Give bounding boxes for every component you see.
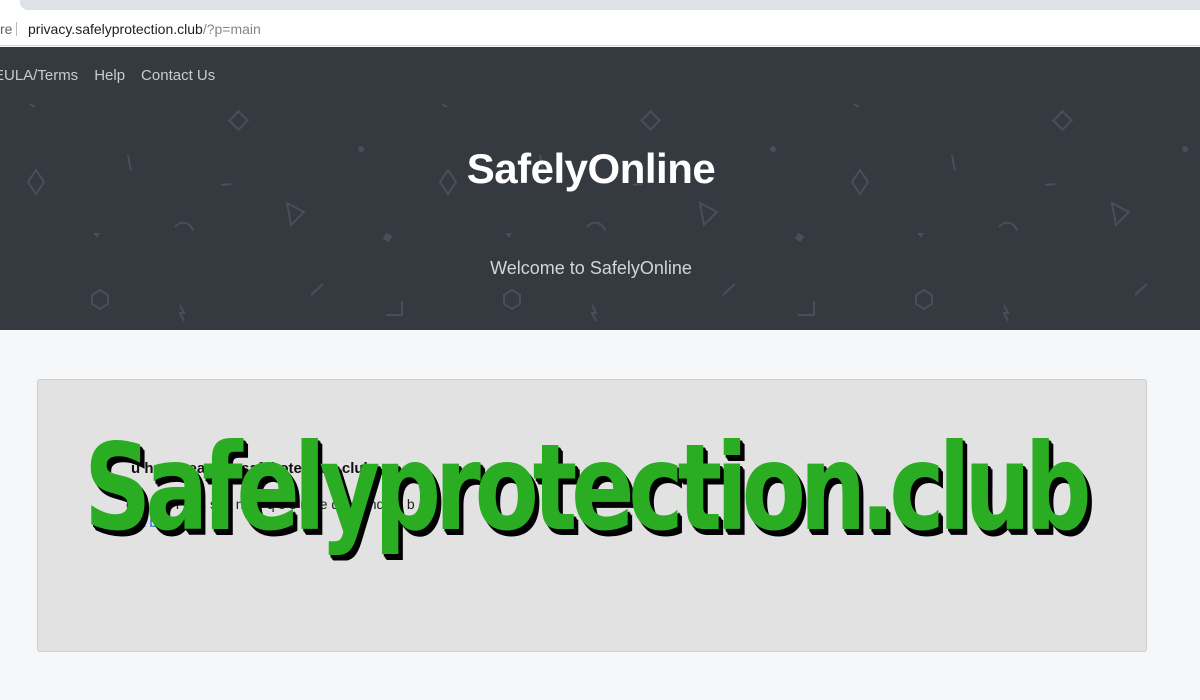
address-bar[interactable]: re privacy.safelyprotection.club/?p=main (0, 14, 1200, 46)
top-navigation: EULA/Terms Help Contact Us (0, 67, 215, 84)
site-name-overlay: Safelyprotection.club (84, 417, 1092, 558)
hero-banner: EULA/Terms Help Contact Us SafelyOnline … (0, 47, 1200, 330)
url-path: /?p=main (202, 21, 261, 37)
url-text[interactable]: privacy.safelyprotection.club/?p=main (28, 21, 261, 37)
nav-contact-us[interactable]: Contact Us (141, 67, 215, 84)
browser-tab-strip (0, 0, 1200, 14)
nav-help[interactable]: Help (94, 67, 125, 84)
tab-strip-background (20, 0, 1200, 10)
security-label[interactable]: re (0, 21, 12, 37)
url-host: privacy.safelyprotection.club (28, 21, 203, 37)
site-title: SafelyOnline (466, 145, 716, 192)
site-tagline: Welcome to SafelyOnline (490, 258, 692, 278)
address-separator (16, 22, 17, 36)
nav-eula-terms[interactable]: EULA/Terms (0, 67, 78, 84)
